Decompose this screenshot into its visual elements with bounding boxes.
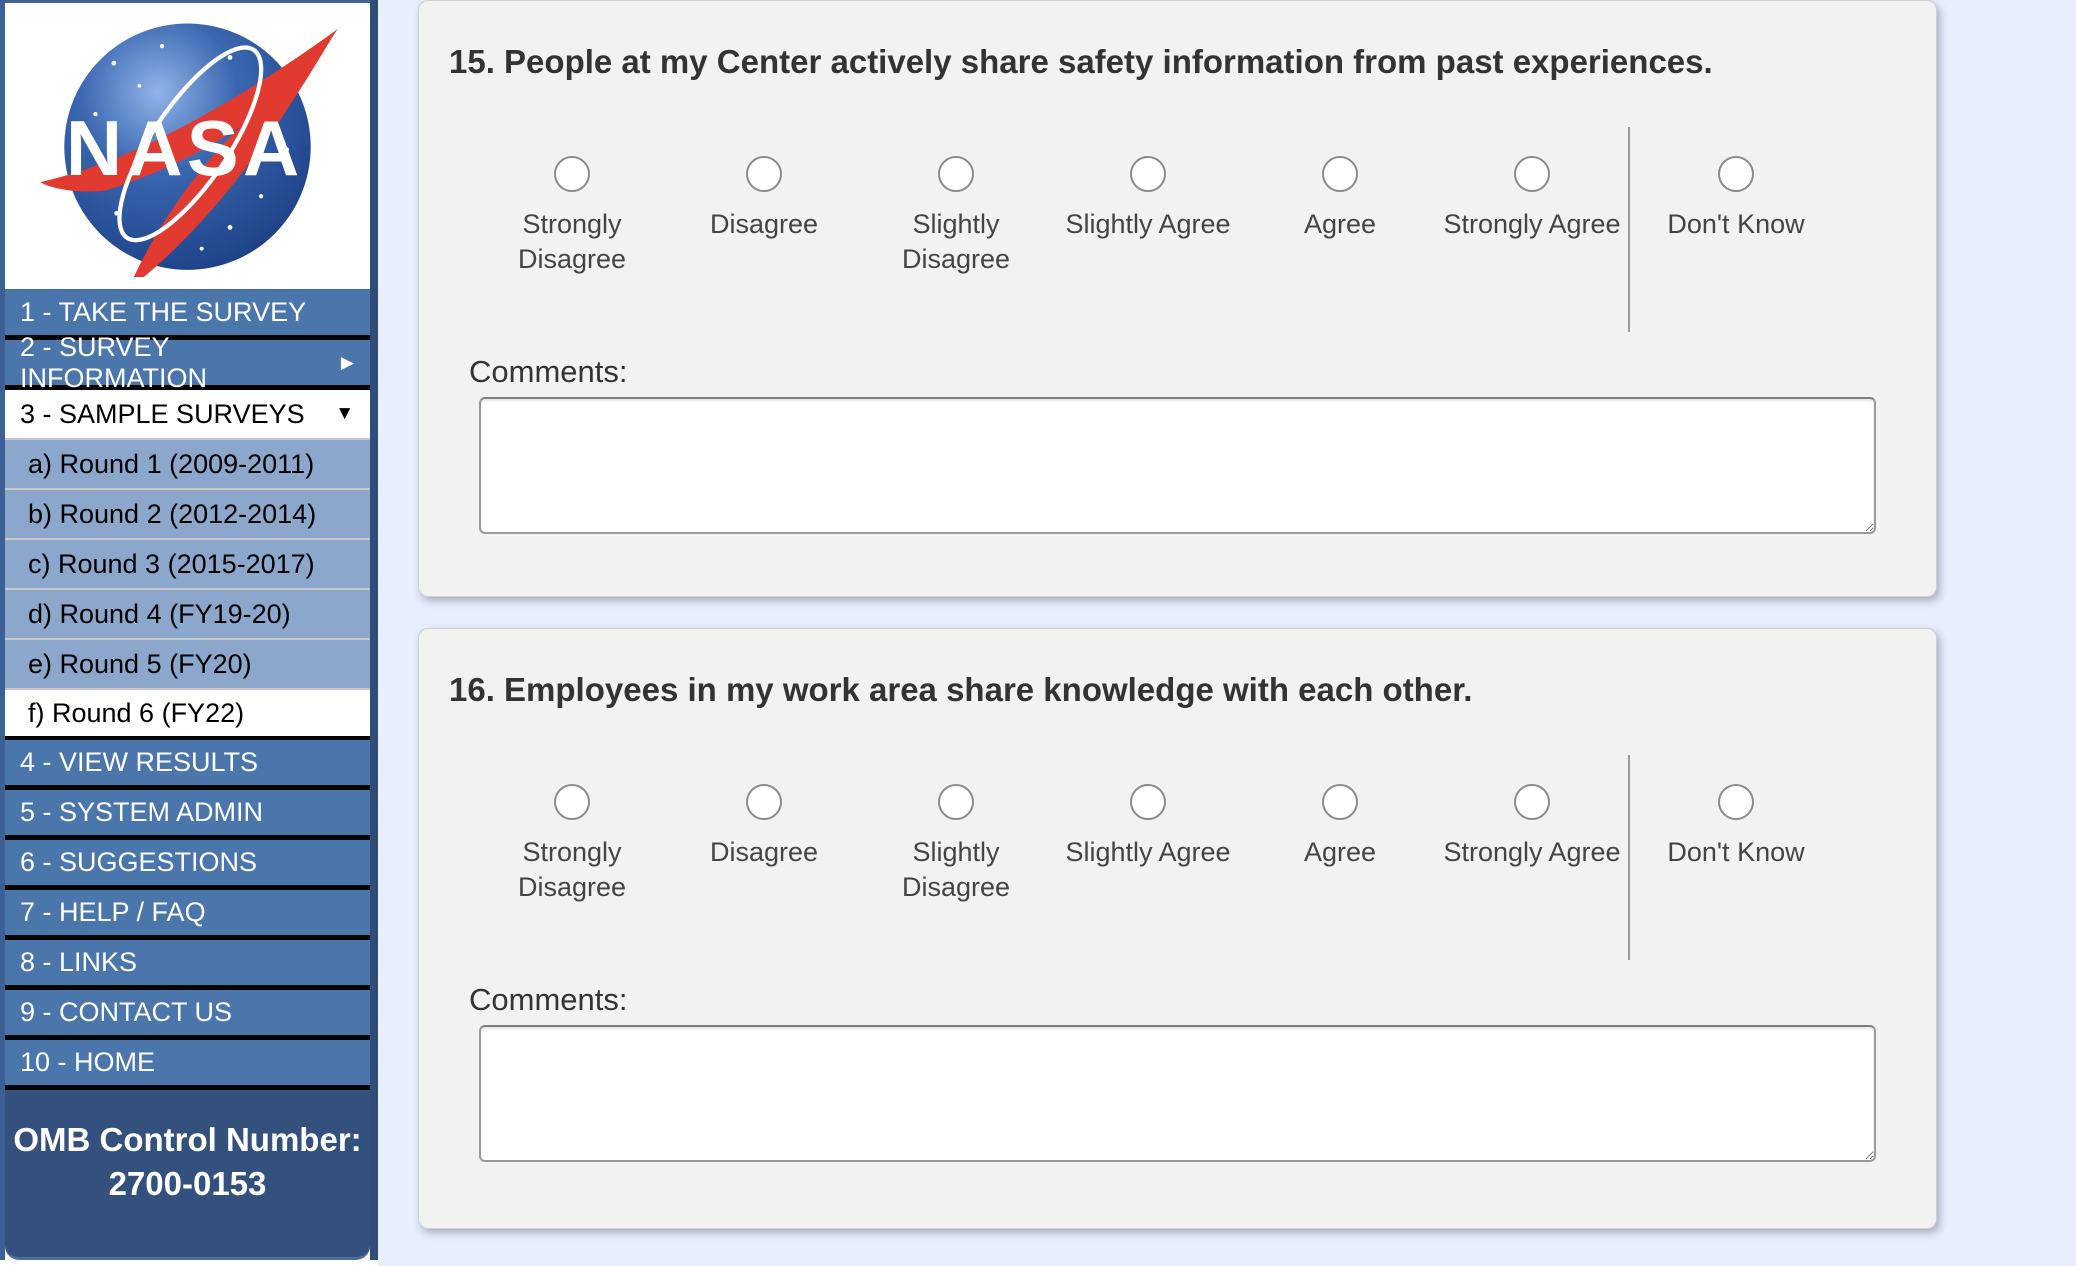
answer-option: Agree [1244, 755, 1436, 960]
comments-textarea[interactable] [479, 397, 1876, 534]
answer-option: Slightly Disagree [860, 755, 1052, 960]
answer-option: Strongly Agree [1436, 127, 1628, 332]
nasa-meatball-icon: NASA [40, 23, 338, 277]
answer-radio[interactable] [1130, 156, 1166, 192]
sidebar-item[interactable]: 4 - VIEW RESULTS [5, 740, 370, 790]
question-title: 16. Employees in my work area share know… [449, 671, 1473, 708]
answer-label: Slightly Disagree [901, 837, 1011, 903]
question-title: 15. People at my Center actively share s… [449, 43, 1713, 80]
survey-content: 15. People at my Center actively share s… [418, 0, 1938, 1266]
answer-label: Slightly Disagree [901, 209, 1011, 275]
sidebar-item[interactable]: 2 - SURVEY INFORMATION ▶ [5, 332, 370, 393]
answer-radio[interactable] [1718, 156, 1754, 192]
dont-know-divider [1628, 755, 1630, 960]
omb-control-number: OMB Control Number: 2700-0153 [5, 1090, 370, 1260]
answer-label: Don't Know [1667, 209, 1805, 239]
sidebar-item-label: e) Round 5 (FY20) [28, 648, 252, 679]
sidebar: NASA 1 - TAKE THE SURVEY 2 - SURVEY INFOR… [0, 0, 378, 1266]
answer-radio[interactable] [746, 784, 782, 820]
sidebar-item[interactable]: c) Round 3 (2015-2017) [5, 540, 370, 590]
answer-option: Disagree [668, 755, 860, 960]
sidebar-item-label: f) Round 6 (FY22) [28, 697, 245, 728]
nasa-survey-page: NASA 1 - TAKE THE SURVEY 2 - SURVEY INFOR… [0, 0, 2076, 1266]
sidebar-item[interactable]: 10 - HOME [5, 1040, 370, 1090]
answer-radio[interactable] [1718, 784, 1754, 820]
answer-option: Strongly Disagree [476, 755, 668, 960]
omb-line1: OMB Control Number: [13, 1121, 362, 1158]
answer-radio[interactable] [1514, 156, 1550, 192]
answer-option: Strongly Agree [1436, 755, 1628, 960]
comments-label: Comments: [469, 982, 628, 1017]
sidebar-item[interactable]: 3 - SAMPLE SURVEYS ▼ [5, 390, 370, 440]
sidebar-item-label: b) Round 2 (2012-2014) [28, 498, 317, 529]
answer-radio[interactable] [1322, 784, 1358, 820]
answer-option: Strongly Disagree [476, 127, 668, 332]
sidebar-inner: NASA 1 - TAKE THE SURVEY 2 - SURVEY INFOR… [0, 0, 378, 1260]
sidebar-item-label: d) Round 4 (FY19-20) [28, 598, 291, 629]
nasa-logo: NASA [5, 0, 370, 290]
answer-radio[interactable] [1130, 784, 1166, 820]
sidebar-item[interactable]: 8 - LINKS [5, 940, 370, 990]
sidebar-item[interactable]: 7 - HELP / FAQ [5, 890, 370, 940]
submenu-arrow-icon: ▶ [340, 352, 354, 372]
sidebar-item-label: 7 - HELP / FAQ [20, 897, 206, 927]
sidebar-item-label: 1 - TAKE THE SURVEY [20, 297, 307, 327]
sidebar-menu: 1 - TAKE THE SURVEY 2 - SURVEY INFORMATIO… [5, 290, 370, 1090]
answer-label: Strongly Disagree [517, 837, 627, 903]
sidebar-item[interactable]: b) Round 2 (2012-2014) [5, 490, 370, 540]
dropdown-caret-icon: ▼ [335, 403, 354, 424]
sidebar-item[interactable]: e) Round 5 (FY20) [5, 640, 370, 690]
answer-label: Agree [1303, 837, 1377, 867]
sidebar-item-label: a) Round 1 (2009-2011) [28, 448, 315, 479]
answer-label: Don't Know [1667, 837, 1805, 867]
sidebar-item[interactable]: f) Round 6 (FY22) [5, 690, 370, 740]
sidebar-item-label: c) Round 3 (2015-2017) [28, 548, 315, 579]
answer-label: Strongly Agree [1443, 209, 1621, 239]
options-row: Strongly Disagree Disagree Slightly Disagr… [476, 755, 1836, 960]
answer-radio[interactable] [1514, 784, 1550, 820]
question-card-16: 16. Employees in my work area share know… [418, 628, 1937, 1229]
sidebar-item-label: 8 - LINKS [20, 947, 138, 977]
sidebar-item[interactable]: a) Round 1 (2009-2011) [5, 440, 370, 490]
sidebar-item-label: 4 - VIEW RESULTS [20, 747, 259, 777]
answer-option: Slightly Disagree [860, 127, 1052, 332]
sidebar-item[interactable]: d) Round 4 (FY19-20) [5, 590, 370, 640]
answer-option: Disagree [668, 127, 860, 332]
answer-option: Agree [1244, 127, 1436, 332]
comments-label: Comments: [469, 354, 628, 389]
sidebar-item-label: 3 - SAMPLE SURVEYS [20, 398, 305, 429]
comments-textarea[interactable] [479, 1025, 1876, 1162]
sidebar-item-label: 10 - HOME [20, 1047, 156, 1077]
answer-option: Slightly Agree [1052, 755, 1244, 960]
svg-text:NASA: NASA [66, 104, 304, 192]
answer-label: Strongly Disagree [517, 209, 627, 275]
dont-know-divider [1628, 127, 1630, 332]
sidebar-item-label: 6 - SUGGESTIONS [20, 847, 258, 877]
answer-radio[interactable] [554, 156, 590, 192]
sidebar-item[interactable]: 6 - SUGGESTIONS [5, 840, 370, 890]
answer-option: Don't Know [1636, 755, 1836, 960]
answer-label: Strongly Agree [1443, 837, 1621, 867]
question-card-15: 15. People at my Center actively share s… [418, 0, 1937, 597]
answer-label: Disagree [709, 837, 819, 867]
answer-label: Slightly Agree [1065, 209, 1231, 239]
answer-label: Agree [1303, 209, 1377, 239]
options-row: Strongly Disagree Disagree Slightly Disagr… [476, 127, 1836, 332]
answer-option: Don't Know [1636, 127, 1836, 332]
answer-radio[interactable] [938, 784, 974, 820]
sidebar-item-label: 5 - SYSTEM ADMIN [20, 797, 264, 827]
sidebar-item-label: 2 - SURVEY INFORMATION [20, 331, 207, 393]
sidebar-item[interactable]: 9 - CONTACT US [5, 990, 370, 1040]
sidebar-item-label: 9 - CONTACT US [20, 997, 233, 1027]
answer-label: Slightly Agree [1065, 837, 1231, 867]
answer-radio[interactable] [554, 784, 590, 820]
sidebar-item[interactable]: 5 - SYSTEM ADMIN [5, 790, 370, 840]
answer-radio[interactable] [1322, 156, 1358, 192]
answer-label: Disagree [709, 209, 819, 239]
answer-radio[interactable] [938, 156, 974, 192]
answer-radio[interactable] [746, 156, 782, 192]
answer-option: Slightly Agree [1052, 127, 1244, 332]
omb-line2: 2700-0153 [108, 1164, 267, 1202]
